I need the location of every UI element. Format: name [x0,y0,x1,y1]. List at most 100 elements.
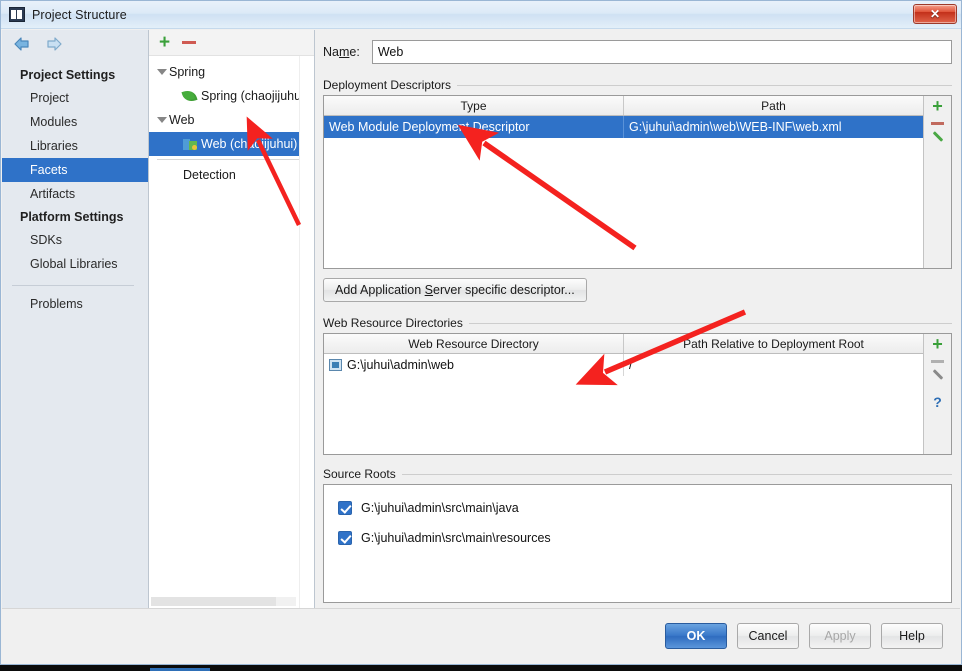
add-application-server-descriptor-button[interactable]: Add Application Server specific descript… [323,278,587,302]
cell-relative-path: / [629,358,633,372]
settings-sidebar: Project Settings Project Modules Librari… [2,30,149,609]
facets-tree: Spring Spring (chaojijuhu Web Web (chaoj… [149,56,314,609]
section-rule [468,322,952,324]
remove-facet-icon[interactable] [182,41,197,44]
sidebar-item-project[interactable]: Project [2,86,148,110]
tree-row-detection[interactable]: Detection [149,163,314,187]
add-descriptor-row: Add Application Server specific descript… [323,278,952,302]
tree-row-label: Web [169,113,195,127]
checkbox-icon[interactable] [338,531,352,545]
sidebar-item-global-libraries[interactable]: Global Libraries [2,252,148,276]
sidebar-group-platform-settings: Platform Settings [20,210,124,224]
window-frame: Project Structure ✕ Project Settings Pro… [0,0,962,665]
add-icon[interactable]: + [932,335,943,353]
list-item[interactable]: G:\juhui\admin\src\main\java [324,493,951,523]
sidebar-item-modules[interactable]: Modules [2,110,148,134]
cell-directory-text: G:\juhui\admin\web [347,358,455,372]
web-resource-directories-title: Web Resource Directories [323,316,463,330]
sidebar-item-sdks[interactable]: SDKs [2,228,148,252]
web-resource-directories-table-wrap: Web Resource Directory Path Relative to … [323,333,952,455]
checkbox-icon[interactable] [338,501,352,515]
web-resource-directories-table: Web Resource Directory Path Relative to … [324,334,923,454]
tree-horizontal-scrollbar[interactable] [151,597,296,606]
sidebar-divider [12,285,134,286]
remove-icon[interactable] [931,122,944,125]
edit-icon [931,369,945,386]
spring-leaf-icon [181,88,201,104]
table-body: G:\juhui\admin\web / [324,354,923,454]
name-input[interactable] [371,40,952,64]
sidebar-history-toolbar [2,30,148,57]
column-header-path-relative[interactable]: Path Relative to Deployment Root [624,334,923,353]
section-rule [457,84,952,86]
chevron-down-icon[interactable] [155,69,169,75]
tree-row-spring-group[interactable]: Spring [149,60,314,84]
help-button[interactable]: Help [881,623,943,649]
facet-detail-panel: Name: Deployment Descriptors Type Path [315,30,960,609]
name-label: Name: [323,45,360,59]
arrow-left-icon[interactable] [13,36,31,52]
deployment-descriptors-table: Type Path Web Module Deployment Descript… [324,96,923,268]
tree-row-web-group[interactable]: Web [149,108,314,132]
arrow-right-icon[interactable] [45,36,63,52]
cell-type: Web Module Deployment Descriptor [324,116,624,138]
name-row: Name: [323,40,952,64]
edit-icon[interactable] [931,131,945,148]
help-icon[interactable]: ? [933,395,942,409]
close-icon[interactable]: ✕ [913,4,957,24]
ok-button[interactable]: OK [665,623,727,649]
table-header: Web Resource Directory Path Relative to … [324,334,923,354]
tree-row-label: Spring (chaojijuhu [201,89,302,103]
table-row[interactable]: Web Module Deployment Descriptor G:\juhu… [324,116,923,138]
cancel-button[interactable]: Cancel [737,623,799,649]
cell-directory: G:\juhui\admin\web [324,354,624,376]
deployment-descriptors-table-wrap: Type Path Web Module Deployment Descript… [323,95,952,269]
tree-row-spring-facet[interactable]: Spring (chaojijuhu [149,84,314,108]
table-header: Type Path [324,96,923,116]
source-roots-list: G:\juhui\admin\src\main\java G:\juhui\ad… [323,484,952,603]
project-structure-dialog: Project Structure ✕ Project Settings Pro… [0,0,962,671]
facets-tree-toolbar: + [149,30,314,56]
dialog-footer: OK Cancel Apply Help [2,608,960,663]
source-roots-section-label: Source Roots [323,467,952,481]
deployment-descriptors-section-label: Deployment Descriptors [323,78,952,92]
section-rule [401,473,952,475]
tree-row-label: Detection [183,168,236,182]
add-icon[interactable]: + [932,97,943,115]
web-facet-icon [183,138,201,151]
column-header-web-resource-directory[interactable]: Web Resource Directory [324,334,624,353]
source-root-label: G:\juhui\admin\src\main\java [361,501,519,515]
window-title: Project Structure [32,7,127,22]
tree-right-edge [299,56,314,609]
directory-icon [329,359,342,371]
web-resource-directories-tools: + ? [923,334,951,454]
cell-path: G:\juhui\admin\web\WEB-INF\web.xml [629,120,842,134]
deployment-descriptors-tools: + [923,96,951,268]
column-header-path[interactable]: Path [624,96,923,115]
title-bar: Project Structure ✕ [1,1,961,29]
column-header-type[interactable]: Type [324,96,624,115]
source-root-label: G:\juhui\admin\src\main\resources [361,531,551,545]
table-body: Web Module Deployment Descriptor G:\juhu… [324,116,923,268]
source-roots-title: Source Roots [323,467,396,481]
project-structure-icon [9,6,25,23]
sidebar-item-artifacts[interactable]: Artifacts [2,182,148,206]
sidebar-item-libraries[interactable]: Libraries [2,134,148,158]
tree-row-label: Web (chaojijuhui) [201,137,298,151]
list-item[interactable]: G:\juhui\admin\src\main\resources [324,523,951,553]
deployment-descriptors-title: Deployment Descriptors [323,78,452,92]
dialog-body: Project Settings Project Modules Librari… [2,30,960,609]
sidebar-group-project-settings: Project Settings [20,68,116,82]
chevron-down-icon[interactable] [155,117,169,123]
sidebar-item-problems[interactable]: Problems [2,292,148,316]
sidebar-nav-list: Project Settings Project Modules Librari… [2,57,148,316]
remove-icon [931,360,944,363]
apply-button: Apply [809,623,871,649]
desktop-taskbar-sliver [0,665,962,671]
tree-divider [157,159,306,160]
sidebar-item-facets[interactable]: Facets [2,158,148,182]
table-row[interactable]: G:\juhui\admin\web / [324,354,923,376]
web-resource-directories-section-label: Web Resource Directories [323,316,952,330]
add-facet-icon[interactable]: + [159,33,170,52]
tree-row-web-facet[interactable]: Web (chaojijuhui) [149,132,314,156]
